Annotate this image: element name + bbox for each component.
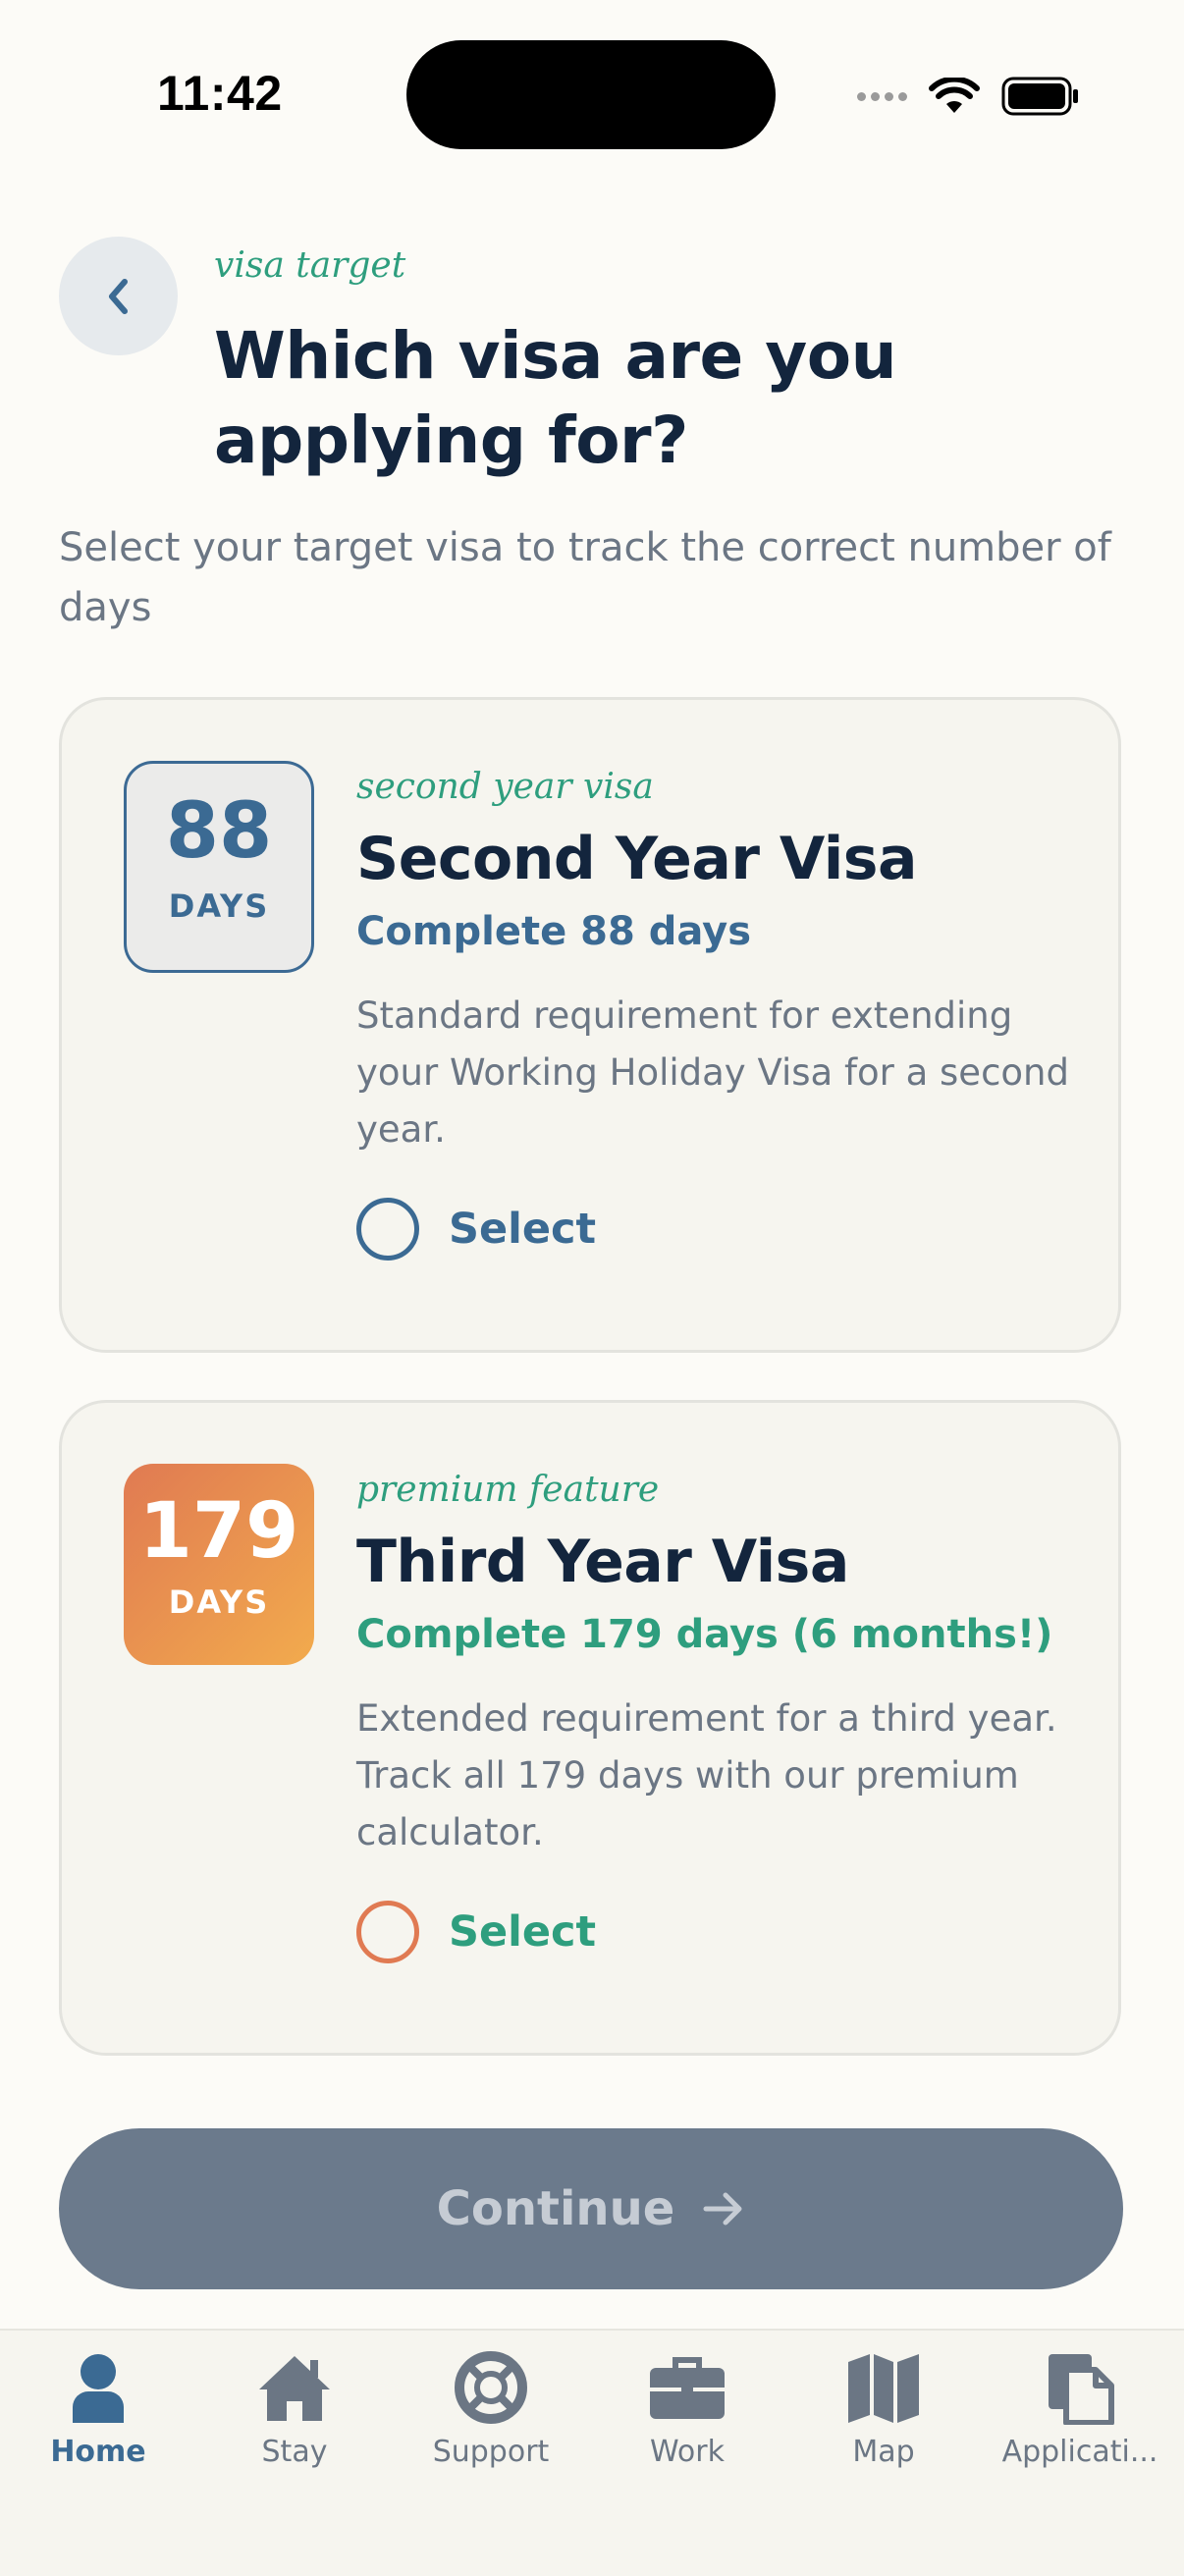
person-icon <box>73 2354 124 2423</box>
map-icon <box>848 2354 919 2423</box>
select-label: Select <box>449 1907 597 1957</box>
select-option[interactable]: Select <box>356 1901 1073 1963</box>
tab-label: Home <box>50 2435 146 2469</box>
arrow-right-icon <box>703 2192 742 2226</box>
card-requirement: Complete 88 days <box>356 909 752 954</box>
battery-icon <box>1001 77 1078 116</box>
chevron-left-icon <box>108 278 128 314</box>
house-icon <box>259 2356 330 2421</box>
days-badge: 179 DAYS <box>124 1464 314 1665</box>
card-title: Second Year Visa <box>356 825 918 893</box>
tab-map[interactable]: Map <box>785 2350 982 2469</box>
tab-home[interactable]: Home <box>0 2350 196 2469</box>
briefcase-icon <box>650 2357 725 2419</box>
tab-label: Stay <box>261 2435 328 2469</box>
card-requirement: Complete 179 days (6 months!) <box>356 1612 1053 1657</box>
radio-button[interactable] <box>356 1198 419 1261</box>
tab-work[interactable]: Work <box>589 2350 785 2469</box>
radio-button[interactable] <box>356 1901 419 1963</box>
days-badge-unit: DAYS <box>168 1583 270 1621</box>
page-subtitle: Select your target visa to track the cor… <box>59 525 1111 630</box>
dynamic-island <box>406 40 776 149</box>
tab-applications[interactable]: Applicati... <box>982 2350 1178 2469</box>
status-icons <box>857 77 1080 116</box>
documents-icon <box>1049 2354 1114 2425</box>
days-badge: 88 DAYS <box>124 761 314 973</box>
visa-card-second-year[interactable]: 88 DAYS second year visa Second Year Vis… <box>59 697 1121 1353</box>
cellular-signal-icon <box>857 91 907 101</box>
lifebuoy-icon <box>455 2351 527 2424</box>
visa-card-third-year[interactable]: 179 DAYS premium feature Third Year Visa… <box>59 1400 1121 2056</box>
card-description: Extended requirement for a third year. T… <box>356 1697 1057 1853</box>
card-body: premium feature Third Year Visa Complete… <box>356 1470 1073 1963</box>
card-description: Standard requirement for extending your … <box>356 994 1069 1151</box>
tab-support[interactable]: Support <box>393 2350 589 2469</box>
select-label: Select <box>449 1205 597 1254</box>
select-option[interactable]: Select <box>356 1198 1073 1261</box>
back-button[interactable] <box>59 237 178 355</box>
tab-label: Map <box>852 2435 915 2469</box>
tab-label: Applicati... <box>1001 2435 1158 2469</box>
days-badge-number: 179 <box>138 1487 299 1576</box>
tab-label: Support <box>432 2435 550 2469</box>
card-eyebrow: second year visa <box>356 767 654 807</box>
status-time: 11:42 <box>157 66 283 121</box>
tab-stay[interactable]: Stay <box>196 2350 393 2469</box>
card-eyebrow: premium feature <box>356 1470 660 1510</box>
card-body: second year visa Second Year Visa Comple… <box>356 767 1073 1261</box>
tab-label: Work <box>650 2435 725 2469</box>
page-eyebrow: visa target <box>214 245 406 286</box>
days-badge-number: 88 <box>165 787 273 876</box>
tab-bar: Home Stay Support Work Map Applicati... <box>0 2329 1184 2576</box>
days-badge-unit: DAYS <box>168 887 270 925</box>
card-title: Third Year Visa <box>356 1528 849 1596</box>
continue-label: Continue <box>436 2181 675 2236</box>
wifi-icon <box>929 78 980 113</box>
continue-button[interactable]: Continue <box>59 2128 1123 2289</box>
page-title: Which visa are you applying for? <box>214 318 897 478</box>
